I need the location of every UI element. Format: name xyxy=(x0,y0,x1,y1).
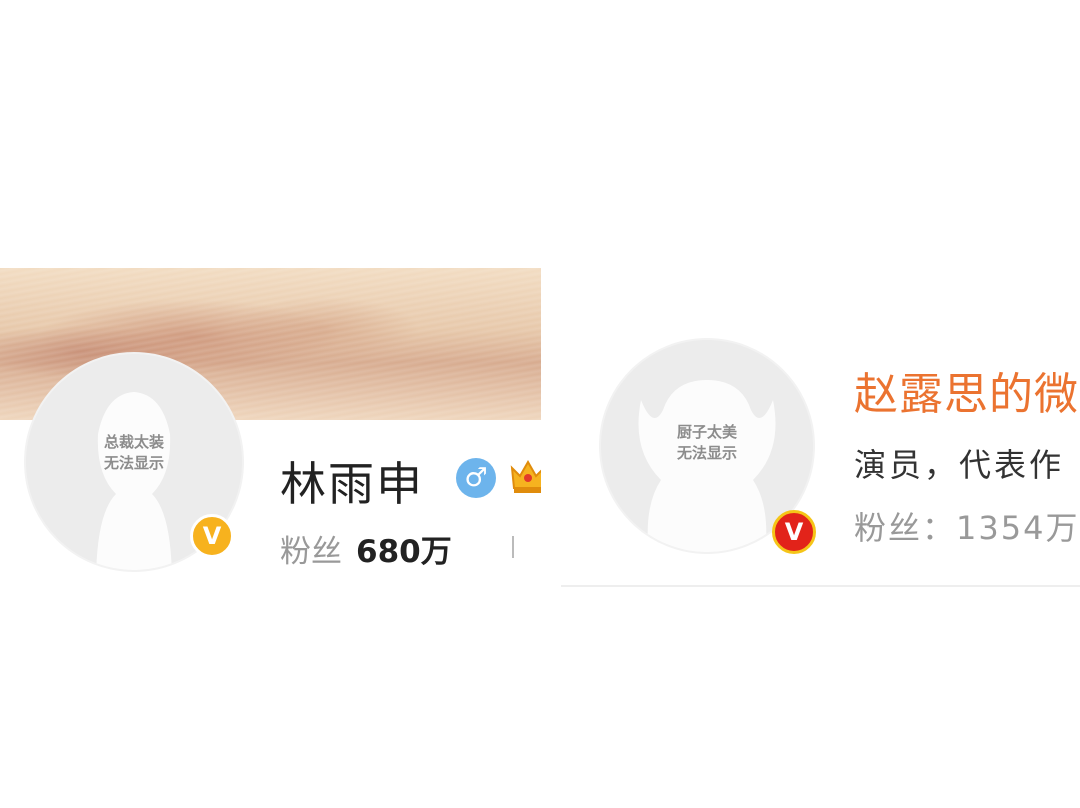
fans-count: 680万 xyxy=(356,534,452,570)
avatar-placeholder-text: 厨子太美 无法显示 xyxy=(676,423,737,462)
fans-stat[interactable]: 粉丝 680万 xyxy=(280,526,452,571)
male-icon: ♂ xyxy=(456,458,496,498)
profile-name[interactable]: 林雨申 xyxy=(280,448,424,514)
fans-label: 粉丝： xyxy=(854,509,957,547)
verified-badge-icon: V xyxy=(772,510,816,554)
fans-stat[interactable]: 粉丝：1354万 xyxy=(854,503,1079,549)
left-profile-card: 总裁太装 无法显示 V 林雨申 ♂ 粉丝 680万 xyxy=(0,268,541,580)
crown-icon[interactable] xyxy=(508,454,541,496)
stat-divider xyxy=(512,536,514,558)
fans-label: 粉丝 xyxy=(280,534,342,570)
verified-badge-icon: V xyxy=(190,514,234,558)
fans-count: 1354万 xyxy=(956,509,1080,547)
divider-line xyxy=(561,585,1080,587)
profile-name[interactable]: 赵露思的微 xyxy=(854,358,1079,422)
profile-bio: 演员，代表作 xyxy=(854,446,1065,484)
avatar-placeholder-text: 总裁太装 无法显示 xyxy=(103,433,164,472)
